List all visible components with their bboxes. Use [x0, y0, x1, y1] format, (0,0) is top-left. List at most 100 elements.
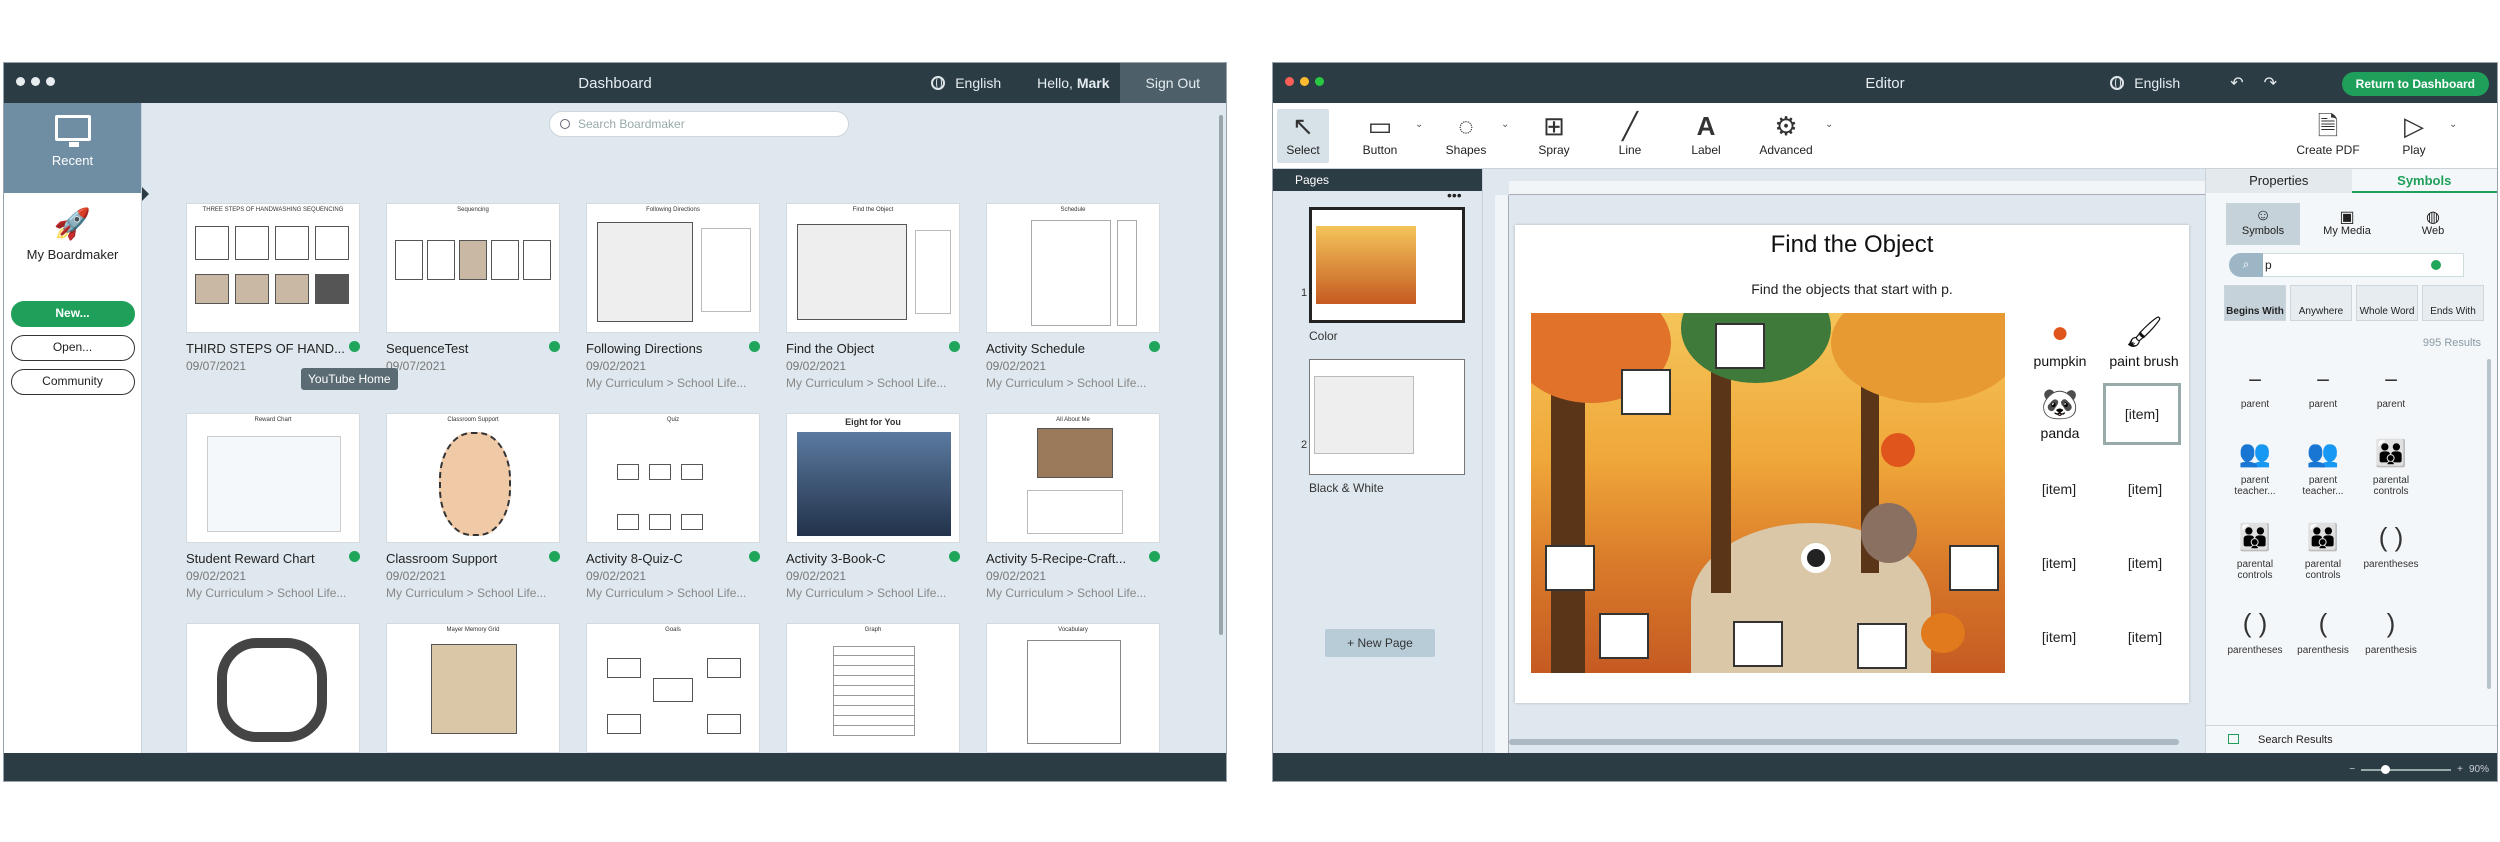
activity-card[interactable]: Following Directions Following Direction… [586, 203, 762, 390]
more-icon[interactable]: ••• [1447, 187, 1462, 203]
symbol-result[interactable]: 👥 parent teacher... [2222, 431, 2288, 497]
activity-card[interactable]: Graph [786, 623, 962, 753]
filter-ends-with[interactable]: Ends With [2422, 285, 2484, 321]
horizontal-scrollbar[interactable] [1509, 739, 2179, 745]
sign-out-button[interactable]: Sign Out [1119, 63, 1226, 103]
new-button[interactable]: New... [10, 301, 135, 327]
canvas-page[interactable]: Find the Object Find the objects that st… [1515, 225, 2189, 703]
zoom-out-icon[interactable]: − [2349, 764, 2355, 775]
symbol-paint-brush[interactable]: 🖌 paint brush [2099, 313, 2189, 369]
item-placeholder[interactable]: [item] [2103, 383, 2181, 445]
canvas-title[interactable]: Find the Object [1515, 231, 2189, 259]
play-button[interactable]: ▷ Play [2379, 109, 2449, 157]
chevron-down-icon[interactable]: ⌄ [1501, 119, 1509, 130]
tab-properties[interactable]: Properties [2206, 169, 2352, 193]
filter-whole-word[interactable]: Whole Word [2356, 285, 2418, 321]
symbol-search-input[interactable]: ⌕ p [2229, 253, 2464, 277]
zoom-slider[interactable] [2361, 764, 2452, 774]
activity-card[interactable]: Eight for You Activity 3-Book-C 09/02/20… [786, 413, 962, 600]
tab-symbols[interactable]: Symbols [2351, 169, 2497, 193]
symbol-result[interactable]: ⚊ parent [2358, 355, 2424, 410]
search-results-bar[interactable]: Search Results [2206, 725, 2497, 753]
item-placeholder[interactable]: [item] [2105, 629, 2185, 645]
page-thumbnail-bw[interactable] [1309, 359, 1465, 475]
canvas-subtitle[interactable]: Find the objects that start with p. [1515, 281, 2189, 297]
activity-card[interactable]: Quiz Activity 8-Quiz-C 09/02/2021 My Cur… [586, 413, 762, 600]
shapes-tool[interactable]: ◌ Shapes [1431, 109, 1501, 157]
search-icon[interactable]: ⌕ [2229, 253, 2263, 277]
activity-card[interactable]: THREE STEPS OF HANDWASHING SEQUENCING TH… [186, 203, 362, 373]
advanced-tool[interactable]: ⚙ Advanced [1751, 109, 1821, 157]
chevron-down-icon[interactable]: ⌄ [1415, 119, 1423, 130]
activity-card[interactable]: Vocabulary [986, 623, 1162, 753]
activity-card[interactable]: Classroom Support Classroom Support 09/0… [386, 413, 562, 600]
item-placeholder[interactable]: [item] [2019, 555, 2099, 571]
activity-card[interactable]: Schedule Activity Schedule 09/02/2021 My… [986, 203, 1162, 390]
spray-tool[interactable]: ⊞ Spray [1519, 109, 1589, 157]
zoom-knob[interactable] [2381, 764, 2391, 774]
line-tool[interactable]: ╱ Line [1595, 109, 1665, 157]
chevron-down-icon[interactable]: ⌄ [1825, 119, 1833, 130]
hiding-box[interactable] [1733, 621, 1783, 667]
symbol-result[interactable]: 👪 parental controls [2358, 431, 2424, 497]
undo-icon[interactable]: ↶ [2230, 73, 2243, 93]
return-to-dashboard-button[interactable]: Return to Dashboard [2341, 72, 2489, 96]
select-tool[interactable]: ↖ Select [1277, 109, 1329, 163]
symbol-panda[interactable]: 🐼 panda [2015, 385, 2105, 441]
symbol-result[interactable]: ⚊ parent [2290, 355, 2356, 410]
item-placeholder[interactable]: [item] [2105, 481, 2185, 497]
activity-card[interactable]: All About Me Activity 5-Recipe-Craft... … [986, 413, 1162, 600]
symbol-result[interactable]: ) parenthesis [2358, 601, 2424, 656]
page-thumbnail-color[interactable] [1309, 207, 1465, 323]
sidebar-item-my-boardmaker[interactable]: 🚀 My Boardmaker [4, 193, 141, 283]
item-placeholder[interactable]: [item] [2105, 555, 2185, 571]
label-tool[interactable]: A Label [1671, 109, 1741, 157]
symbol-icon: ⚊ [2383, 368, 2399, 385]
activity-card[interactable] [186, 623, 362, 753]
activity-card[interactable]: Sequencing SequenceTest 09/07/2021 [386, 203, 562, 373]
hiding-box[interactable] [1599, 613, 1649, 659]
language-select[interactable]: English [955, 75, 1001, 91]
symbol-result[interactable]: 👪 parental controls [2290, 515, 2356, 581]
zoom-control[interactable]: − + 90% [2349, 764, 2489, 775]
symbol-result[interactable]: ⚊ parent [2222, 355, 2288, 410]
source-web[interactable]: ◍ Web [2396, 203, 2470, 245]
activity-card[interactable]: Mayer Memory Grid [386, 623, 562, 753]
symbols-scrollbar[interactable] [2487, 359, 2491, 689]
home-icon[interactable] [2228, 734, 2239, 744]
hiding-box[interactable] [1621, 369, 1671, 415]
item-placeholder[interactable]: [item] [2019, 629, 2099, 645]
community-button[interactable]: Community [10, 369, 135, 395]
source-my-media[interactable]: ▣ My Media [2310, 203, 2384, 245]
symbol-result[interactable]: ( ) parentheses [2222, 601, 2288, 656]
filter-begins-with[interactable]: Begins With [2224, 285, 2286, 321]
language-select[interactable]: English [2134, 75, 2180, 91]
autumn-scene-image[interactable] [1531, 313, 2005, 673]
sidebar-item-recent[interactable]: Recent [4, 103, 141, 193]
symbol-result[interactable]: (parenthesis [2290, 601, 2356, 656]
activity-card[interactable]: Reward Chart Student Reward Chart 09/02/… [186, 413, 362, 600]
hiding-box[interactable] [1857, 623, 1907, 669]
source-symbols[interactable]: ☺ Symbols [2226, 203, 2300, 245]
item-placeholder[interactable]: [item] [2019, 481, 2099, 497]
button-tool[interactable]: ▭ Button [1345, 109, 1415, 157]
open-button[interactable]: Open... [10, 335, 135, 361]
new-page-button[interactable]: + New Page [1325, 629, 1435, 657]
card-date: 09/07/2021 [386, 359, 447, 373]
activity-card[interactable]: Goals [586, 623, 762, 753]
activity-card[interactable]: Find the Object Find the Object 09/02/20… [786, 203, 962, 390]
redo-icon[interactable]: ↷ [2264, 73, 2277, 93]
hiding-box[interactable] [1545, 545, 1595, 591]
chevron-down-icon[interactable]: ⌄ [2449, 119, 2457, 130]
symbol-result[interactable]: ( ) parentheses [2358, 515, 2424, 570]
zoom-in-icon[interactable]: + [2457, 764, 2463, 775]
symbol-result[interactable]: 👪 parental controls [2222, 515, 2288, 581]
search-input[interactable]: Search Boardmaker [549, 111, 849, 137]
filter-anywhere[interactable]: Anywhere [2290, 285, 2352, 321]
symbol-result[interactable]: 👥 parent teacher... [2290, 431, 2356, 497]
hiding-box[interactable] [1715, 323, 1765, 369]
vertical-scrollbar[interactable] [1219, 115, 1223, 635]
symbol-pumpkin[interactable]: ● pumpkin [2015, 313, 2105, 369]
hiding-box[interactable] [1949, 545, 1999, 591]
create-pdf-button[interactable]: 🗎 Create PDF [2293, 109, 2363, 157]
